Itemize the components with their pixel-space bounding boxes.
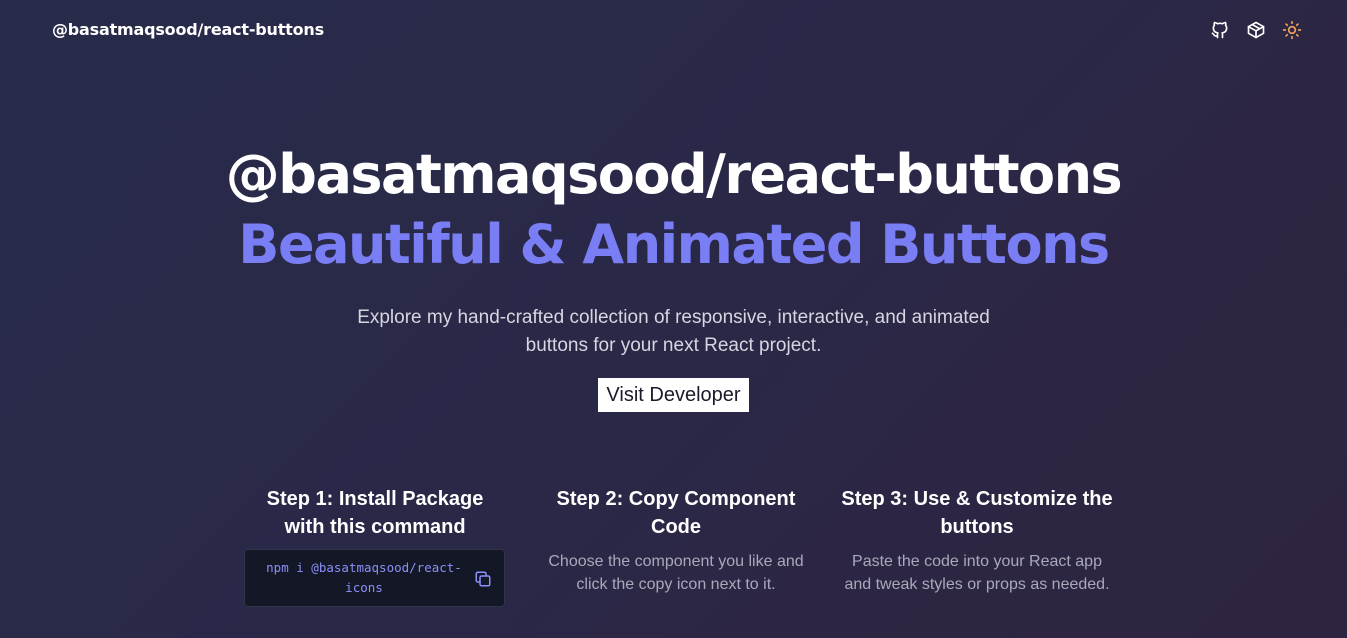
visit-developer-button[interactable]: Visit Developer [598,378,749,412]
sun-icon[interactable] [1281,18,1303,42]
package-icon[interactable] [1245,18,1267,42]
navbar: @basatmaqsood/react-buttons [0,0,1347,62]
step-customize: Step 3: Use & Customize the buttons Past… [838,485,1116,596]
hero-title: @basatmaqsood/react-buttons [225,143,1123,206]
copy-icon[interactable] [474,570,492,588]
step-title: Step 1: Install Package with this comman… [266,488,484,538]
brand-name[interactable]: @basatmaqsood/react-buttons [52,20,324,39]
hero-description: Explore my hand-crafted collection of re… [357,307,990,356]
step-title: Step 3: Use & Customize the buttons [841,488,1113,538]
step-title: Step 2: Copy Component Code [556,488,796,538]
step-copy: Step 2: Copy Component Code Choose the c… [540,485,812,596]
hero-section: @basatmaqsood/react-buttons Beautiful & … [0,140,1347,412]
hero-subtitle: Beautiful & Animated Buttons [238,213,1110,276]
nav-icons [1209,18,1303,42]
install-command-box: npm i @basatmaqsood/react-icons [244,549,505,607]
step-description: Choose the component you like and click … [548,553,804,593]
step-install: Step 1: Install Package with this comman… [244,485,506,607]
step-description: Paste the code into your React app and t… [844,553,1110,593]
install-command[interactable]: npm i @basatmaqsood/react-icons [259,558,469,598]
github-icon[interactable] [1209,18,1231,42]
